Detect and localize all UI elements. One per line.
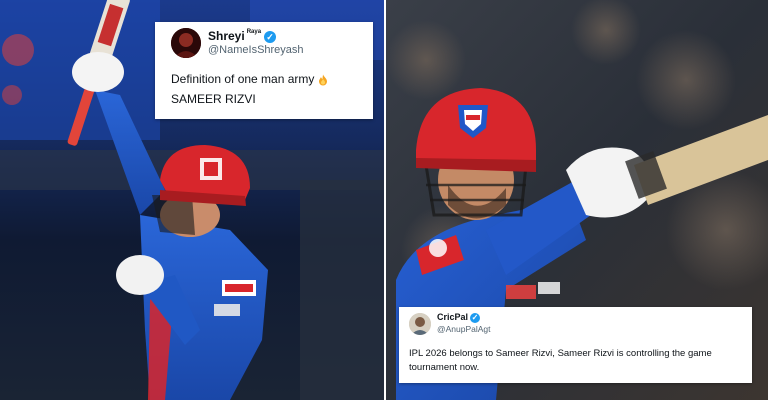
tweet-text-line-2: tournament now. bbox=[409, 362, 480, 373]
tweet-card-cricpal: CricPal ✓ @AnupPalAgt IPL 2026 belongs to… bbox=[399, 307, 752, 383]
tweet-text-line-1: IPL 2026 belongs to Sameer Rizvi, Sameer… bbox=[409, 348, 712, 359]
verified-badge-icon: ✓ bbox=[470, 312, 481, 323]
user-handle: @AnupPalAgt bbox=[437, 324, 491, 334]
tweet-text-line-1: Definition of one man army bbox=[171, 72, 329, 86]
verified-badge-icon: ✓ bbox=[264, 30, 277, 43]
composite-image: Shreyi Raya ✓ @NameIsShreyash Definition o… bbox=[0, 0, 768, 400]
display-name: CricPal ✓ bbox=[437, 312, 481, 323]
display-name: Shreyi Raya ✓ bbox=[208, 29, 277, 43]
tweet-card-shreyi: Shreyi Raya ✓ @NameIsShreyash Definition o… bbox=[155, 22, 373, 119]
avatar bbox=[171, 28, 201, 58]
name-tag: Raya bbox=[246, 29, 262, 35]
user-handle: @NameIsShreyash bbox=[208, 44, 304, 56]
tweet-text-line-2: SAMEER RIZVI bbox=[171, 92, 256, 106]
avatar bbox=[409, 313, 431, 335]
fire-icon bbox=[317, 74, 329, 86]
